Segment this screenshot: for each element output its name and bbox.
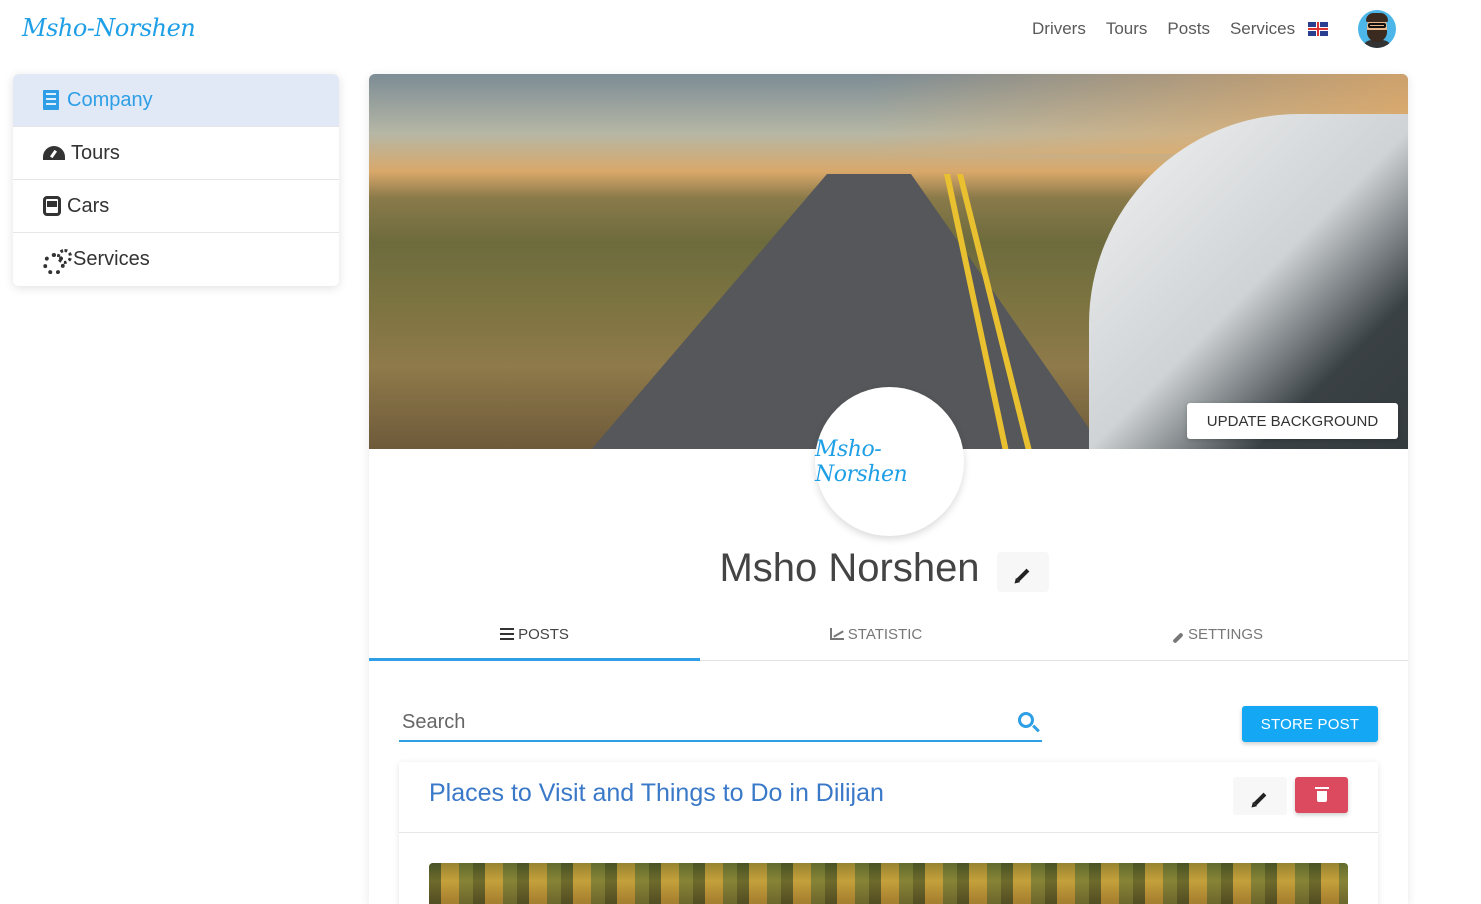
tab-posts[interactable]: POSTS: [369, 614, 700, 661]
search-input[interactable]: [399, 704, 999, 740]
sidebar-item-tours[interactable]: Tours: [13, 127, 339, 180]
edit-post-button[interactable]: [1233, 777, 1287, 815]
nav-link-posts[interactable]: Posts: [1167, 19, 1210, 39]
post-title[interactable]: Places to Visit and Things to Do in Dili…: [429, 779, 884, 808]
top-navbar: Msho-Norshen Drivers Tours Posts Service…: [0, 0, 1481, 62]
sidebar-item-services[interactable]: Services: [13, 233, 339, 286]
delete-post-button[interactable]: [1295, 777, 1348, 813]
tab-label: SETTINGS: [1187, 626, 1263, 643]
sidebar-item-label: Services: [73, 248, 150, 270]
sidebar: Company Tours Cars Services: [13, 74, 339, 286]
pen-icon: [1253, 792, 1267, 805]
tab-statistic[interactable]: STATISTIC: [700, 614, 1052, 660]
pen-icon: [1016, 568, 1030, 581]
chart-icon: [829, 628, 844, 640]
bus-icon: [43, 196, 61, 216]
store-post-button[interactable]: STORE POST: [1242, 706, 1378, 742]
user-avatar[interactable]: [1358, 10, 1396, 48]
sidebar-item-label: Company: [67, 88, 153, 111]
update-background-button[interactable]: UPDATE BACKGROUND: [1187, 403, 1398, 439]
tab-label: POSTS: [518, 626, 569, 643]
post-header: Places to Visit and Things to Do in Dili…: [399, 762, 1378, 833]
sidebar-item-label: Tours: [71, 141, 120, 164]
brand-logo[interactable]: Msho-Norshen: [22, 14, 196, 42]
company-logo: Msho-Norshen: [815, 387, 964, 536]
gauge-icon: [43, 146, 65, 160]
search-icon[interactable]: [1018, 712, 1034, 728]
search-field: [399, 704, 1042, 742]
company-profile-card: UPDATE BACKGROUND Msho-Norshen Msho Nors…: [369, 74, 1408, 904]
nav-links: Drivers Tours Posts Services: [1032, 19, 1295, 39]
building-icon: [43, 90, 59, 110]
trash-icon: [1314, 786, 1329, 802]
tab-label: STATISTIC: [847, 626, 923, 643]
edit-company-name-button[interactable]: [997, 552, 1049, 592]
sidebar-item-label: Cars: [67, 194, 110, 217]
nav-link-drivers[interactable]: Drivers: [1032, 19, 1086, 39]
nav-link-tours[interactable]: Tours: [1106, 19, 1148, 39]
profile-tabs: POSTS STATISTIC SETTINGS: [369, 614, 1408, 661]
post-image: [429, 863, 1348, 904]
wrench-icon: [1172, 632, 1184, 644]
uk-flag-icon[interactable]: [1308, 22, 1328, 36]
company-name: Msho Norshen: [719, 546, 980, 590]
company-logo-text: Msho-Norshen: [815, 436, 908, 487]
list-icon: [500, 628, 515, 640]
nav-link-services[interactable]: Services: [1230, 19, 1295, 39]
post-card: Places to Visit and Things to Do in Dili…: [399, 762, 1378, 904]
tab-settings[interactable]: SETTINGS: [1052, 614, 1383, 660]
sidebar-item-cars[interactable]: Cars: [13, 180, 339, 233]
cogs-icon: [43, 248, 72, 275]
sidebar-item-company[interactable]: Company: [13, 74, 339, 127]
